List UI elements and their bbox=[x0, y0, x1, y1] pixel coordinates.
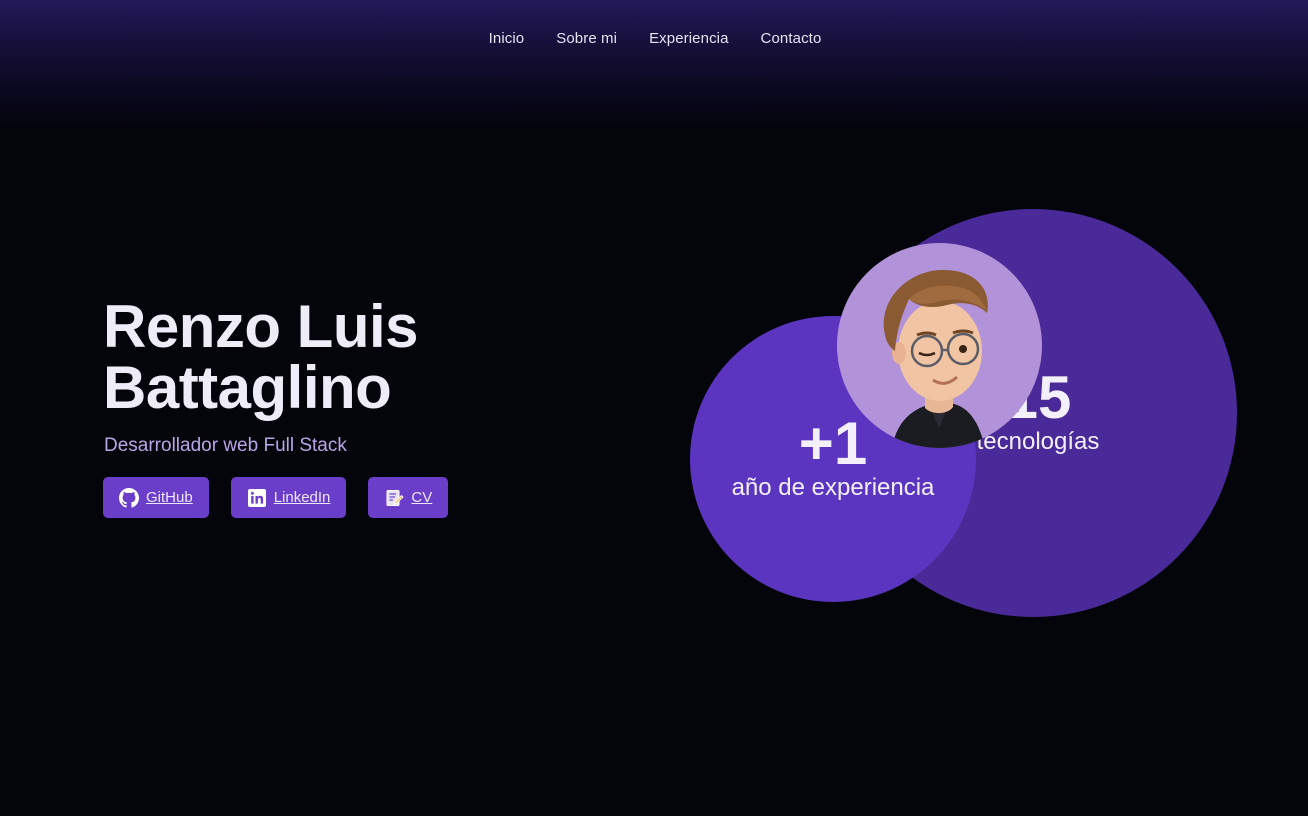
hero-name: Renzo Luis Battaglino bbox=[103, 296, 448, 418]
document-edit-icon bbox=[384, 488, 404, 508]
social-buttons: GitHub LinkedIn CV bbox=[103, 477, 449, 518]
hero-name-line2: Battaglino bbox=[103, 354, 392, 421]
linkedin-icon bbox=[247, 488, 267, 508]
avatar-illustration bbox=[883, 269, 988, 448]
nav-inicio[interactable]: Inicio bbox=[489, 30, 525, 47]
experience-label: año de experiencia bbox=[731, 474, 935, 501]
nav-sobre-mi[interactable]: Sobre mi bbox=[556, 30, 617, 47]
cv-button-label: CV bbox=[411, 489, 433, 506]
linkedin-button-label: LinkedIn bbox=[273, 489, 331, 506]
github-icon bbox=[119, 487, 139, 508]
nav-experiencia[interactable]: Experiencia bbox=[649, 30, 728, 47]
nav-contacto[interactable]: Contacto bbox=[761, 30, 822, 47]
github-button-label: GitHub bbox=[146, 489, 193, 506]
cv-button[interactable]: CV bbox=[368, 477, 449, 518]
hero-subtitle: Desarrollador web Full Stack bbox=[104, 435, 347, 456]
hero-section: Renzo Luis Battaglino Desarrollador web … bbox=[103, 296, 449, 518]
avatar bbox=[837, 243, 1042, 448]
main-nav: Inicio Sobre mi Experiencia Contacto bbox=[0, 0, 1308, 76]
github-button[interactable]: GitHub bbox=[103, 477, 209, 518]
linkedin-button[interactable]: LinkedIn bbox=[230, 477, 347, 518]
hero-name-line1: Renzo Luis bbox=[103, 293, 419, 360]
